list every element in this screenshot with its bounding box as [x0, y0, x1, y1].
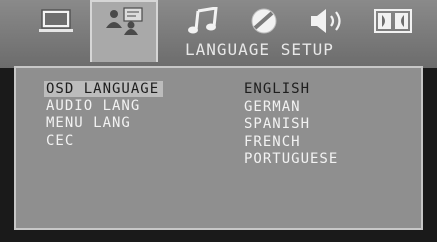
tab-dolby[interactable]: [365, 4, 421, 38]
tab-audio[interactable]: [175, 4, 231, 38]
option-spanish[interactable]: SPANISH: [244, 117, 310, 131]
settings-panel: OSD LANGUAGE AUDIO LANG MENU LANG CEC EN…: [14, 66, 423, 230]
menu-item-osd-language[interactable]: OSD LANGUAGE: [44, 81, 164, 97]
menu-item-cec[interactable]: CEC: [46, 134, 74, 148]
option-english[interactable]: ENGLISH: [244, 82, 310, 96]
dolby-icon: [374, 9, 412, 33]
menu-item-menu-lang[interactable]: MENU LANG: [46, 116, 131, 130]
option-french[interactable]: FRENCH: [244, 135, 301, 149]
language-setup-screen: LANGUAGE SETUP OSD LANGUAGE AUDIO LANG M…: [0, 0, 437, 242]
tab-language[interactable]: [90, 0, 158, 62]
music-note-icon: [188, 7, 218, 34]
option-portuguese[interactable]: PORTUGUESE: [244, 152, 338, 166]
page-title: LANGUAGE SETUP: [185, 40, 334, 59]
option-german[interactable]: GERMAN: [244, 100, 301, 114]
menu-item-audio-lang[interactable]: AUDIO LANG: [46, 99, 140, 113]
setup-tab-bar: LANGUAGE SETUP: [0, 0, 437, 68]
speaker-icon: [311, 9, 341, 33]
disc-icon: [251, 8, 277, 34]
tab-general[interactable]: [28, 4, 84, 38]
tab-video[interactable]: [236, 4, 292, 38]
monitor-icon: [39, 9, 73, 32]
tab-speaker[interactable]: [300, 4, 356, 38]
people-icon: [106, 7, 143, 35]
